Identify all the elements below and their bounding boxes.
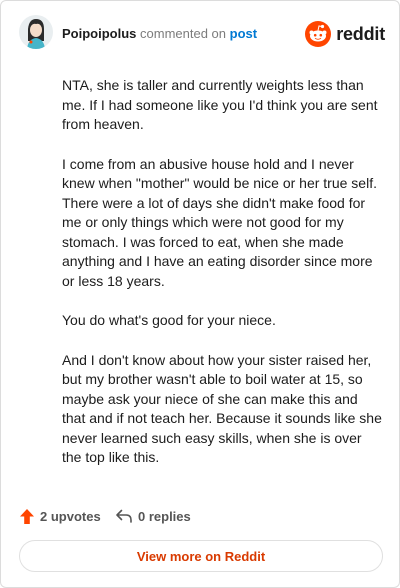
upvote-button[interactable]: 2 upvotes — [19, 506, 101, 526]
comment-byline: Poipoipolus commented on post — [62, 26, 257, 42]
post-link[interactable]: post — [230, 26, 257, 41]
reddit-snoo-icon — [305, 21, 332, 47]
comment-paragraph: You do what's good for your niece. — [62, 312, 276, 328]
comment-paragraph: NTA, she is taller and currently weights… — [62, 77, 378, 132]
replies-button[interactable]: 0 replies — [115, 506, 191, 526]
comment-footer: 2 upvotes 0 replies — [19, 506, 385, 526]
reply-arrow-icon — [116, 509, 132, 523]
upvote-count: 2 upvotes — [40, 508, 101, 524]
comment-embed-card: Poipoipolus commented on post reddit NTA… — [0, 0, 400, 588]
view-more-button[interactable]: View more on Reddit — [19, 540, 383, 572]
comment-paragraph: And I don't know about how your sister r… — [62, 351, 382, 466]
upvote-arrow-icon — [20, 508, 34, 524]
reply-count: 0 replies — [138, 508, 191, 524]
commented-on-text: commented on — [140, 26, 227, 41]
reddit-wordmark: reddit — [336, 23, 385, 44]
comment-paragraph: I come from an abusive house hold and I … — [62, 155, 377, 289]
avatar[interactable] — [19, 15, 53, 49]
reddit-brand[interactable]: reddit — [305, 21, 385, 47]
comment-header: Poipoipolus commented on post reddit — [19, 15, 385, 53]
author-name[interactable]: Poipoipolus — [62, 26, 136, 41]
avatar-image — [19, 15, 53, 49]
comment-body: NTA, she is taller and currently weights… — [62, 76, 382, 488]
